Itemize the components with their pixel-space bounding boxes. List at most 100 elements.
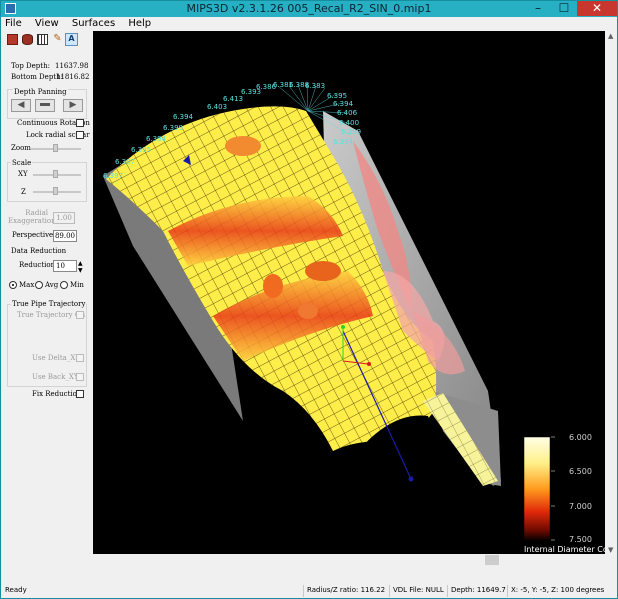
true-trajectory-on-checkbox[interactable] [76,311,84,319]
fix-reduction-label: Fix Reduction [32,390,82,398]
perspective-input[interactable]: 89.00 [53,230,77,242]
diameter-label: 6.406 [337,109,358,117]
diameter-label: 6.394 [146,135,167,143]
radial-exaggeration-label: Radial Exaggeration [8,209,56,225]
top-depth-value: 11637.98 [55,62,89,70]
scale-xy-label: XY [18,170,28,178]
top-depth-label: Top Depth: [11,62,50,70]
x-axis-marker [367,362,371,366]
menu-surfaces[interactable]: Surfaces [72,18,115,29]
diameter-label: 6.394 [333,138,354,146]
depth-panning-title: Depth Panning [13,88,68,96]
reduction-spinner-icon[interactable]: ▲ ▼ [78,260,83,274]
hotspot-spot-1 [305,261,341,281]
annotation-toggle-button[interactable]: A [65,33,78,46]
status-separator [447,585,448,597]
true-trajectory-on-label: True Trajectory On [17,311,86,319]
stop-icon[interactable] [7,34,18,45]
reduction-input[interactable]: 10 [53,260,77,272]
max-label: Max [19,281,35,289]
scale-z-label: Z [21,188,26,196]
scroll-up-arrow[interactable]: ▲ [608,32,613,40]
lock-radial-scalar-checkbox[interactable] [76,131,84,139]
diameter-label: 6.395 [131,146,151,154]
radial-exaggeration-input[interactable]: 1.00 [53,212,75,224]
diameter-label: 6.395 [327,92,347,100]
minimize-button[interactable]: – [525,1,551,16]
status-separator [389,585,390,597]
colorbar-title: Internal Diameter Co [524,545,605,554]
status-depth: Depth: 11649.7 [451,586,506,594]
diameter-label: 6.387 [115,158,135,166]
perspective-label: Perspective [12,231,54,239]
colorbar-gradient [523,436,551,542]
scale-z-slider-thumb[interactable] [53,187,58,195]
colorbar-tick: 7.000 [569,502,592,511]
status-vdl-file: VDL File: NULL [393,586,444,594]
title-bar[interactable]: MIPS3D v2.3.1.26 005_Recal_R2_SIN_0.mip1… [1,1,617,17]
pan-right-button[interactable]: ▶ [63,99,83,112]
bottom-depth-value: 11816.82 [56,73,90,81]
max-radio[interactable] [9,281,17,289]
status-ready: Ready [5,586,27,594]
menu-bar: File View Surfaces Help [5,18,161,32]
diameter-label: 6.400 [339,119,359,127]
use-delta-xy-checkbox[interactable] [76,354,84,362]
vertical-scrollbar[interactable]: ▲ ▼ [605,31,617,564]
status-separator [507,585,508,597]
colorbar-tick-marks [551,436,555,541]
menu-file[interactable]: File [5,18,22,29]
diameter-label: 6.394 [173,113,194,121]
pipe-3d-render: 6.397 6.387 6.395 6.394 6.399 6.394 6.40… [103,81,605,554]
hotspot-spot-4 [298,303,318,319]
scale-group [7,162,87,202]
diameter-label: 6.399 [163,124,183,132]
menu-help[interactable]: Help [128,18,151,29]
colorbar-tick: 6.500 [569,467,592,476]
maximize-button[interactable]: ☐ [551,1,577,16]
status-radius-ratio: Radius/Z ratio: 116.22 [307,586,386,594]
3d-viewport[interactable]: 6.397 6.387 6.395 6.394 6.399 6.394 6.40… [93,31,605,554]
pan-left-button[interactable]: ◀ [11,99,31,112]
avg-label: Avg [45,281,59,289]
diameter-label: 6.394 [333,100,354,108]
diameter-label: 6.399 [341,128,361,136]
hotspot-spot-2 [263,274,283,298]
zoom-label: Zoom [11,144,31,152]
true-pipe-trajectory-title: True Pipe Trajectory [11,300,87,308]
use-delta-xy-label: Use Delta_XY [32,354,80,362]
hotspot-spot-3 [225,136,261,156]
status-rotation: X: -5, Y: -5, Z: 100 degrees [511,586,605,594]
use-back-xy-checkbox[interactable] [76,373,84,381]
close-button[interactable]: ✕ [577,1,617,16]
fix-reduction-checkbox[interactable] [76,390,84,398]
continuous-rotation-checkbox[interactable] [76,119,84,127]
diameter-label: 6.403 [207,103,227,111]
zoom-slider-thumb[interactable] [53,144,58,152]
min-label: Min [70,281,84,289]
diameter-label: 6.397 [103,172,123,180]
status-separator [303,585,304,597]
brush-icon[interactable]: ✎ [52,34,63,45]
use-back-xy-label: Use Back_XY [32,373,79,381]
pan-stop-button[interactable] [35,99,55,112]
cylinder-icon[interactable] [22,34,33,45]
status-bar: Ready Radius/Z ratio: 116.22 VDL File: N… [1,584,617,598]
avg-radio[interactable] [35,281,43,289]
min-radio[interactable] [60,281,68,289]
control-panel: ✎ A Top Depth: 11637.98 Bottom Depth: 11… [5,32,91,585]
grid-icon[interactable] [37,34,48,45]
colorbar-tick: 6.000 [569,433,592,442]
colorbar-ticks: 6.000 6.500 7.000 7.500 [569,433,592,544]
application-window: MIPS3D v2.3.1.26 005_Recal_R2_SIN_0.mip1… [0,0,618,599]
horizontal-scrollbar[interactable] [93,554,605,566]
diameter-label: 6.413 [223,95,243,103]
menu-view[interactable]: View [35,18,59,29]
scale-title: Scale [11,159,33,167]
horizontal-scroll-thumb[interactable] [485,555,499,565]
colorbar-tick: 7.500 [569,535,592,544]
scale-xy-slider-thumb[interactable] [53,170,58,178]
reduction-label: Reduction [19,261,56,269]
scroll-down-arrow[interactable]: ▼ [608,546,613,554]
diameter-label: 6.383 [305,82,325,90]
